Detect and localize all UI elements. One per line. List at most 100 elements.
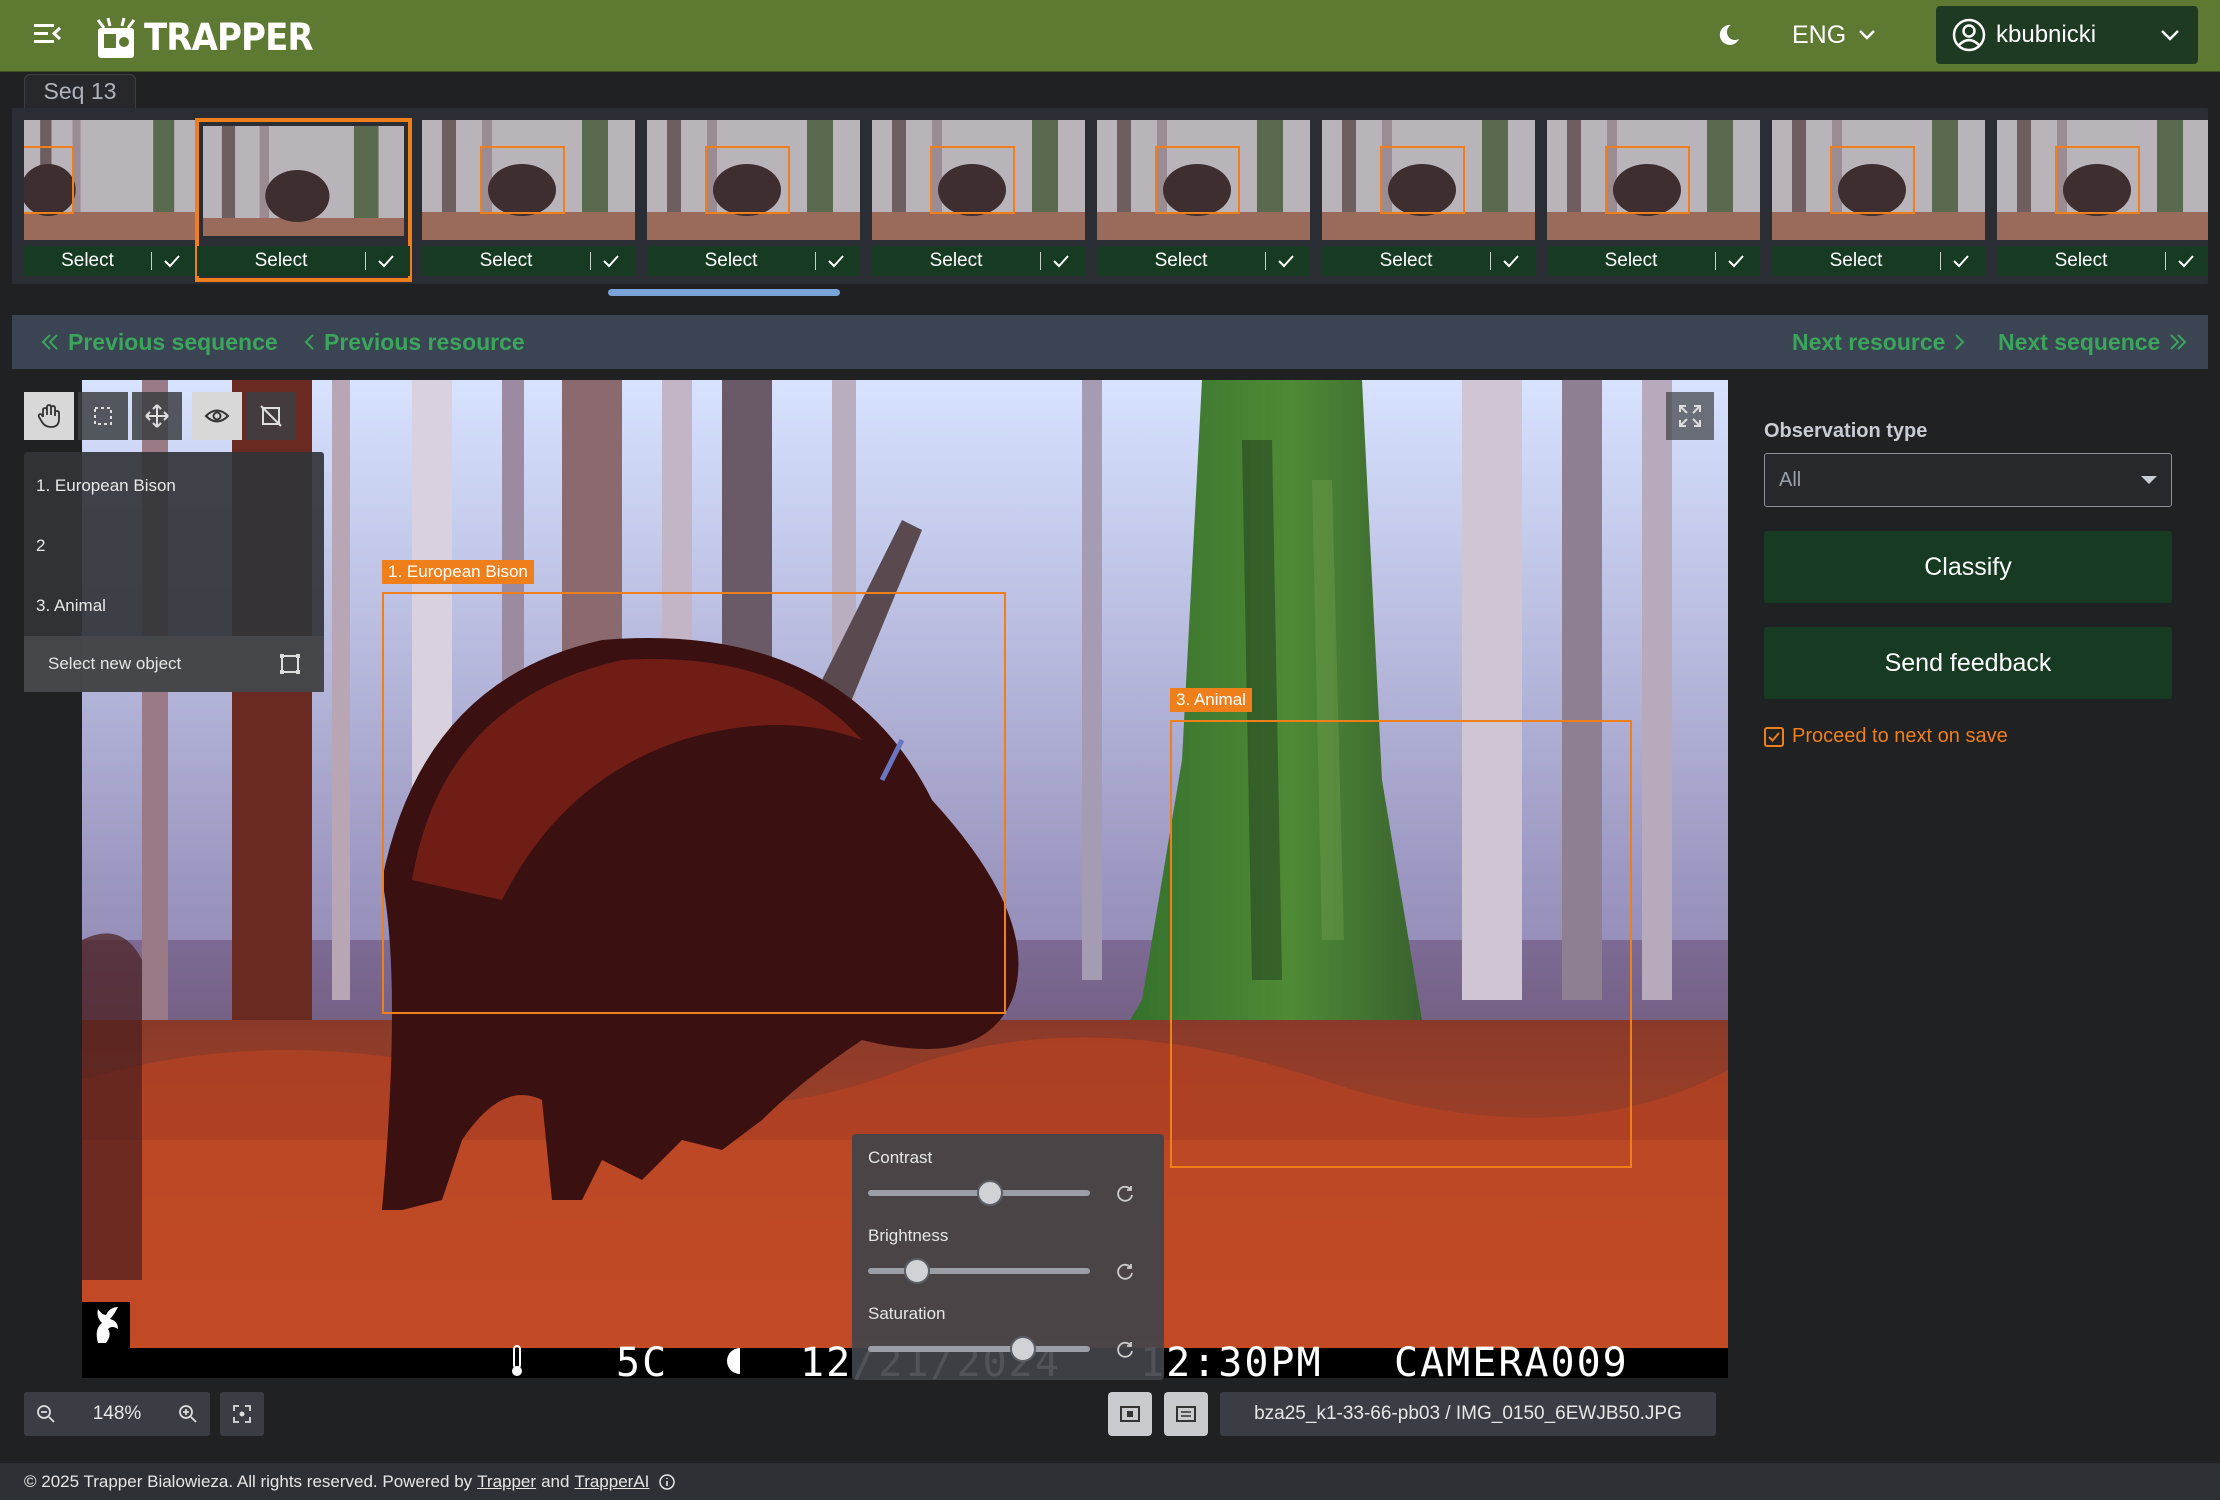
image-info-icon[interactable] bbox=[1164, 1392, 1208, 1436]
next-sequence-label: Next sequence bbox=[1998, 328, 2161, 355]
browning-logo-icon bbox=[82, 1302, 130, 1348]
dark-mode-toggle-icon[interactable] bbox=[1716, 22, 1742, 48]
rectangle-select-icon[interactable] bbox=[78, 392, 128, 440]
trapper-logo[interactable]: TRAPPER bbox=[94, 12, 327, 62]
thumbnail-strip[interactable]: Select Select Select Select Select Select Sele… bbox=[12, 108, 2208, 284]
contrast-slider[interactable] bbox=[868, 1180, 1090, 1206]
bounding-box-animal[interactable] bbox=[1170, 720, 1632, 1168]
contrast-slider-knob[interactable] bbox=[977, 1180, 1004, 1206]
sequence-thumbnail[interactable]: Select bbox=[1097, 120, 1310, 280]
object-item-2[interactable]: 2 bbox=[36, 536, 45, 556]
move-arrows-icon[interactable] bbox=[132, 392, 182, 440]
send-feedback-button[interactable]: Send feedback bbox=[1764, 627, 2172, 699]
user-menu[interactable]: kbubnicki bbox=[1936, 6, 2198, 64]
brightness-slider-knob[interactable] bbox=[903, 1258, 930, 1284]
brightness-slider[interactable] bbox=[868, 1258, 1090, 1284]
thumbnail-select-button[interactable]: Select bbox=[872, 250, 1040, 272]
zoom-in-icon[interactable] bbox=[166, 1392, 210, 1436]
bounding-box-label-bison: 1. European Bison bbox=[382, 560, 534, 584]
sequence-thumbnail[interactable]: Select bbox=[1547, 120, 1760, 280]
bounding-box-bison[interactable] bbox=[382, 592, 1006, 1014]
menu-toggle-icon[interactable] bbox=[32, 20, 64, 48]
object-item-3[interactable]: 3. Animal bbox=[36, 596, 106, 616]
checkmark-icon[interactable] bbox=[1051, 254, 1071, 268]
draw-box-icon bbox=[280, 654, 300, 674]
next-resource-label: Next resource bbox=[1792, 328, 1946, 355]
language-label: ENG bbox=[1792, 20, 1847, 49]
next-sequence-link[interactable]: Next sequence bbox=[1998, 329, 2196, 356]
thumbnail-select-button[interactable]: Select bbox=[1097, 250, 1265, 272]
checkmark-icon[interactable] bbox=[376, 254, 396, 268]
osd-camera: CAMERA009 bbox=[1394, 1340, 1629, 1386]
thumbnail-select-button[interactable]: Select bbox=[1547, 250, 1715, 272]
thumbnail-image bbox=[1322, 120, 1535, 240]
brand-name: TRAPPER bbox=[144, 15, 314, 59]
chevron-down-icon bbox=[2161, 30, 2179, 41]
checkbox-checked-icon bbox=[1764, 726, 1784, 747]
sequence-tab[interactable]: Seq 13 bbox=[24, 74, 136, 108]
checkmark-icon[interactable] bbox=[2176, 254, 2196, 268]
sequence-thumbnail[interactable]: Select bbox=[24, 120, 196, 280]
double-chevron-right-icon bbox=[2170, 334, 2187, 350]
sequence-thumbnail[interactable]: Select bbox=[1772, 120, 1985, 280]
trapperai-link[interactable]: TrapperAI bbox=[574, 1472, 649, 1492]
trapper-link[interactable]: Trapper bbox=[477, 1472, 536, 1492]
sequence-thumbnail[interactable]: Select bbox=[422, 120, 635, 280]
thumbnail-action-bar: Select bbox=[647, 246, 860, 276]
screenshot-view-icon[interactable] bbox=[1108, 1392, 1152, 1436]
sequence-thumbnail[interactable]: Select bbox=[195, 118, 412, 282]
sequence-thumbnail[interactable]: Select bbox=[872, 120, 1085, 280]
pan-hand-icon[interactable] bbox=[24, 392, 74, 440]
previous-resource-link[interactable]: Previous resource bbox=[294, 329, 525, 356]
zoom-out-icon[interactable] bbox=[24, 1392, 68, 1436]
reset-brightness-icon[interactable] bbox=[1116, 1262, 1136, 1282]
thumbnail-select-button[interactable]: Select bbox=[422, 250, 590, 272]
object-item-1[interactable]: 1. European Bison bbox=[36, 476, 176, 496]
hide-boxes-icon[interactable] bbox=[246, 392, 296, 440]
thumbnail-bounding-box bbox=[1830, 146, 1915, 214]
thumbnail-action-bar: Select bbox=[872, 246, 1085, 276]
next-resource-link[interactable]: Next resource bbox=[1792, 329, 1975, 356]
saturation-label: Saturation bbox=[868, 1304, 946, 1323]
eye-visibility-icon[interactable] bbox=[192, 392, 242, 440]
resource-filename: bza25_k1-33-66-pb03 / IMG_0150_6EWJB50.J… bbox=[1220, 1392, 1716, 1436]
checkmark-icon[interactable] bbox=[1726, 254, 1746, 268]
thumbnail-image bbox=[1547, 120, 1760, 240]
proceed-next-checkbox[interactable]: Proceed to next on save bbox=[1764, 725, 2172, 748]
thumbnail-select-button[interactable]: Select bbox=[197, 250, 365, 272]
checkmark-icon[interactable] bbox=[162, 254, 182, 268]
object-list: 1. European Bison 2 3. Animal Select new… bbox=[24, 452, 324, 692]
thumbnail-select-button[interactable]: Select bbox=[1997, 250, 2165, 272]
checkmark-icon[interactable] bbox=[601, 254, 621, 268]
thumbnail-bounding-box bbox=[1155, 146, 1240, 214]
fit-to-screen-icon[interactable] bbox=[220, 1392, 264, 1436]
reset-saturation-icon[interactable] bbox=[1116, 1340, 1136, 1360]
thumbnail-select-button[interactable]: Select bbox=[647, 250, 815, 272]
saturation-slider-knob[interactable] bbox=[1010, 1336, 1037, 1362]
reset-contrast-icon[interactable] bbox=[1116, 1184, 1136, 1204]
thumbnail-image bbox=[1997, 120, 2208, 240]
checkmark-icon[interactable] bbox=[1951, 254, 1971, 268]
image-viewer[interactable]: 1. European Bison 3. Animal 5C 12/21/202… bbox=[12, 380, 1732, 1450]
thumbnail-bounding-box bbox=[24, 146, 74, 214]
sequence-thumbnail[interactable]: Select bbox=[647, 120, 860, 280]
sequence-thumbnail[interactable]: Select bbox=[1322, 120, 1535, 280]
classify-button[interactable]: Classify bbox=[1764, 531, 2172, 603]
select-new-object-button[interactable]: Select new object bbox=[24, 636, 324, 692]
sequence-thumbnail[interactable]: Select bbox=[1997, 120, 2208, 280]
thumbnail-select-button[interactable]: Select bbox=[24, 250, 151, 272]
thumbnail-select-button[interactable]: Select bbox=[1772, 250, 1940, 272]
strip-scrollbar[interactable] bbox=[608, 289, 840, 296]
thumbnail-bounding-box bbox=[2055, 146, 2140, 214]
previous-sequence-link[interactable]: Previous sequence bbox=[32, 329, 278, 356]
checkmark-icon[interactable] bbox=[1501, 254, 1521, 268]
saturation-slider[interactable] bbox=[868, 1336, 1090, 1362]
fullscreen-icon[interactable] bbox=[1666, 392, 1714, 440]
checkmark-icon[interactable] bbox=[826, 254, 846, 268]
thumbnail-select-button[interactable]: Select bbox=[1322, 250, 1490, 272]
thumbnail-action-bar: Select bbox=[1322, 246, 1535, 276]
observation-type-select[interactable]: All bbox=[1764, 453, 2172, 507]
language-selector[interactable]: ENG bbox=[1792, 18, 1876, 52]
checkmark-icon[interactable] bbox=[1276, 254, 1296, 268]
info-icon[interactable] bbox=[658, 1473, 676, 1491]
